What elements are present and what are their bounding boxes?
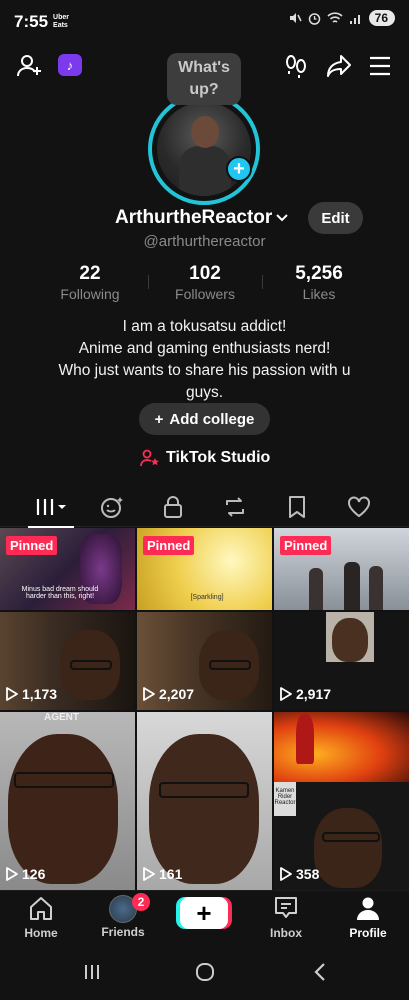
- video-thumbnail[interactable]: 1,173: [0, 612, 135, 710]
- view-count: 2,207: [143, 686, 194, 702]
- view-count: 358: [280, 866, 319, 882]
- tab-reposts[interactable]: [205, 487, 265, 527]
- signal-icon: [349, 14, 360, 24]
- video-thumbnail[interactable]: Pinned: [274, 528, 409, 610]
- tiktok-studio-link[interactable]: TikTok Studio: [140, 449, 270, 467]
- home-button-icon[interactable]: [193, 960, 217, 984]
- battery-indicator: 76: [368, 10, 395, 26]
- bookmark-icon: [289, 496, 305, 518]
- nav-home[interactable]: Home: [6, 895, 76, 940]
- pinned-badge: Pinned: [280, 536, 332, 555]
- username: ArthurtheReactor: [115, 207, 273, 228]
- mute-icon: [289, 13, 302, 23]
- status-icons: 76: [288, 10, 395, 26]
- username-row[interactable]: ArthurtheReactor: [115, 206, 290, 230]
- video-caption: AGENT: [44, 712, 79, 723]
- stat-following[interactable]: 22 Following: [35, 263, 145, 302]
- edit-profile-button[interactable]: Edit: [308, 202, 363, 234]
- inbox-icon: [275, 897, 297, 918]
- sparkle-face-icon: [101, 497, 123, 518]
- repost-icon: [226, 497, 244, 517]
- view-count: 161: [143, 866, 182, 882]
- view-count: 1,173: [6, 686, 57, 702]
- video-thumbnail[interactable]: Kamen Rider Reactor 358: [274, 712, 409, 890]
- lock-icon: [164, 496, 182, 518]
- view-count: 2,917: [280, 686, 331, 702]
- footprints-icon[interactable]: [282, 52, 310, 80]
- chevron-down-icon: [276, 214, 289, 222]
- notification-badge: 2: [132, 893, 150, 911]
- play-icon: [6, 867, 18, 881]
- play-icon: [143, 867, 155, 881]
- menu-icon[interactable]: [367, 52, 393, 80]
- nav-profile[interactable]: Profile: [333, 895, 403, 940]
- recent-apps-icon[interactable]: [80, 960, 104, 984]
- alarm-icon: [308, 12, 320, 25]
- back-icon[interactable]: [308, 960, 332, 984]
- profile-tabs: [0, 487, 409, 528]
- add-story-plus-icon[interactable]: +: [226, 156, 252, 182]
- profile-bio: I am a tokusatsu addict! Anime and gamin…: [58, 318, 351, 401]
- tiktok-logo-icon[interactable]: ♪: [58, 54, 82, 76]
- profile-avatar-ring[interactable]: [148, 93, 260, 205]
- videos-grid-icon: [36, 499, 66, 515]
- video-thumbnail[interactable]: 2,917: [274, 612, 409, 710]
- play-icon: [280, 867, 292, 881]
- share-icon[interactable]: [325, 52, 353, 80]
- system-navigation-bar: [0, 946, 409, 1000]
- add-friend-icon[interactable]: [16, 52, 44, 80]
- video-thumbnail[interactable]: Pinned [Sparkling]: [137, 528, 272, 610]
- status-time: 7:55: [14, 12, 49, 31]
- add-college-button[interactable]: + Add college: [139, 403, 270, 435]
- tab-reposts-liked[interactable]: [82, 487, 142, 527]
- plus-icon: +: [154, 410, 164, 428]
- pinned-badge: Pinned: [6, 536, 58, 555]
- wifi-icon: [327, 11, 343, 23]
- bottom-navigation: Home 2 Friends + Inbox Profile: [0, 890, 409, 946]
- video-thumbnail[interactable]: 161: [137, 712, 272, 890]
- video-thumbnail[interactable]: AGENT 126: [0, 712, 135, 890]
- tab-videos[interactable]: [22, 487, 82, 528]
- stat-followers[interactable]: 102 Followers: [150, 263, 260, 302]
- video-thumbnail[interactable]: Pinned Minus bad dream should harder tha…: [0, 528, 135, 610]
- nav-inbox[interactable]: Inbox: [251, 895, 321, 940]
- status-note-bubble[interactable]: What's up?: [167, 53, 241, 105]
- tab-liked[interactable]: [329, 487, 389, 527]
- heart-icon: [348, 496, 370, 518]
- view-count: 126: [6, 866, 45, 882]
- nav-friends[interactable]: 2 Friends: [88, 893, 158, 939]
- pinned-badge: Pinned: [143, 536, 195, 555]
- tab-private[interactable]: [143, 487, 203, 527]
- play-icon: [280, 687, 292, 701]
- status-bar: 7:55 Uber Eats 76: [0, 0, 409, 44]
- video-thumbnail[interactable]: 2,207: [137, 612, 272, 710]
- user-handle: @arthurthereactor: [143, 233, 266, 250]
- play-icon: [6, 687, 18, 701]
- studio-person-star-icon: [140, 449, 159, 467]
- home-icon: [30, 897, 52, 920]
- uber-eats-notification-icon: Uber Eats: [53, 14, 69, 29]
- play-icon: [143, 687, 155, 701]
- profile-icon: [357, 897, 379, 920]
- tab-favorites[interactable]: [267, 487, 327, 527]
- create-button[interactable]: +: [180, 897, 228, 929]
- stat-likes[interactable]: 5,256 Likes: [264, 263, 374, 302]
